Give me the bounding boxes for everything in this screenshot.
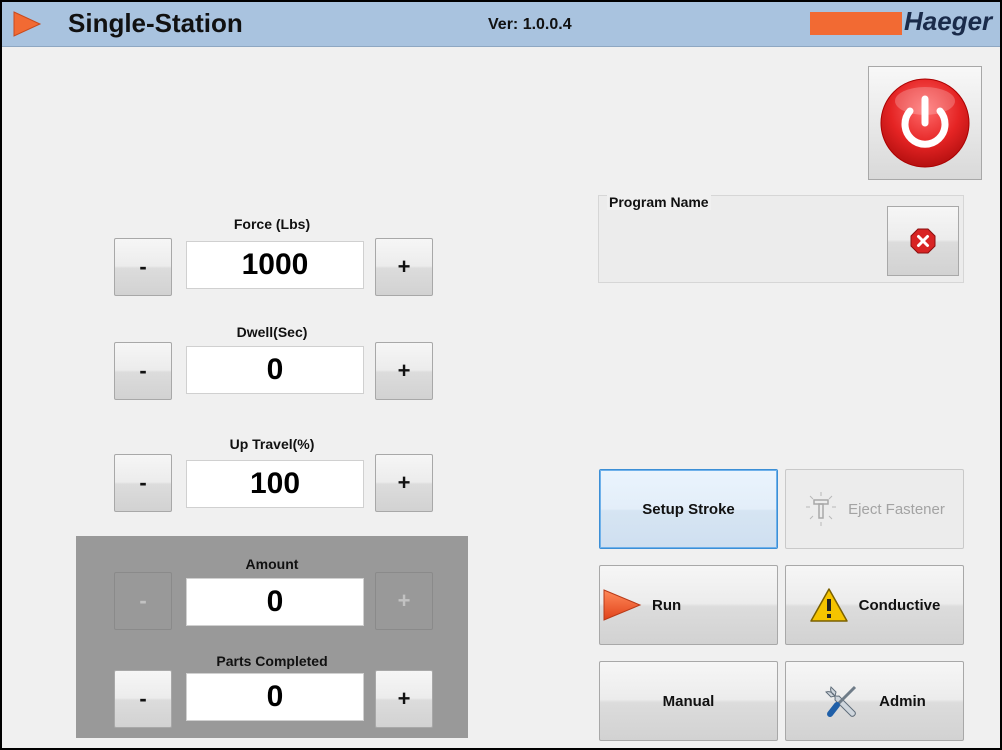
fastener-icon	[804, 491, 838, 527]
setup-stroke-label: Setup Stroke	[642, 500, 735, 518]
up-travel-decrement-button[interactable]: -	[114, 454, 172, 512]
eject-fastener-button[interactable]: Eject Fastener	[785, 469, 964, 549]
run-label: Run	[652, 596, 682, 614]
force-decrement-button[interactable]: -	[114, 238, 172, 296]
brand-logo: Haeger	[904, 6, 993, 36]
admin-button[interactable]: Admin	[785, 661, 964, 741]
parts-completed-value-field[interactable]: 0	[186, 673, 364, 721]
brand-color-bar	[810, 12, 902, 35]
amount-label: Amount	[245, 556, 299, 572]
program-name-group: Program Name	[598, 194, 964, 283]
force-increment-button[interactable]: +	[375, 238, 433, 296]
dwell-increment-button[interactable]: +	[375, 342, 433, 400]
amount-decrement-button[interactable]: -	[114, 572, 172, 630]
power-icon	[880, 78, 970, 168]
force-value-field[interactable]: 1000	[186, 241, 364, 289]
app-window: Single-Station Ver: 1.0.0.4 Haeger Force…	[0, 0, 1002, 750]
admin-label: Admin	[879, 692, 926, 710]
parts-completed-increment-button[interactable]: +	[375, 670, 433, 728]
app-logo-arrow-icon	[13, 11, 42, 37]
dwell-decrement-button[interactable]: -	[114, 342, 172, 400]
manual-label: Manual	[662, 692, 715, 710]
amount-increment-button[interactable]: +	[375, 572, 433, 630]
conductive-button[interactable]: Conductive	[785, 565, 964, 645]
title-bar: Single-Station Ver: 1.0.0.4 Haeger	[2, 2, 1000, 47]
red-stop-x-icon	[910, 228, 936, 254]
parts-completed-label: Parts Completed	[216, 653, 328, 669]
version-label: Ver: 1.0.0.4	[488, 16, 572, 33]
amount-value-field[interactable]: 0	[186, 578, 364, 626]
run-button[interactable]: Run	[599, 565, 778, 645]
setup-stroke-button[interactable]: Setup Stroke	[599, 469, 778, 549]
wrench-screwdriver-icon	[823, 681, 863, 721]
power-button[interactable]	[868, 66, 982, 180]
eject-fastener-label: Eject Fastener	[848, 500, 945, 518]
up-travel-value-field[interactable]: 100	[186, 460, 364, 508]
parts-completed-decrement-button[interactable]: -	[114, 670, 172, 728]
force-label: Force (Lbs)	[233, 216, 311, 232]
up-travel-increment-button[interactable]: +	[375, 454, 433, 512]
warning-icon	[809, 587, 849, 623]
up-travel-label: Up Travel(%)	[229, 436, 315, 452]
program-name-label: Program Name	[607, 194, 711, 210]
conductive-label: Conductive	[858, 596, 941, 614]
dwell-label: Dwell(Sec)	[236, 324, 308, 340]
app-title: Single-Station	[68, 8, 243, 38]
play-arrow-icon	[602, 588, 642, 622]
manual-button[interactable]: Manual	[599, 661, 778, 741]
clear-program-button[interactable]	[887, 206, 959, 276]
dwell-value-field[interactable]: 0	[186, 346, 364, 394]
